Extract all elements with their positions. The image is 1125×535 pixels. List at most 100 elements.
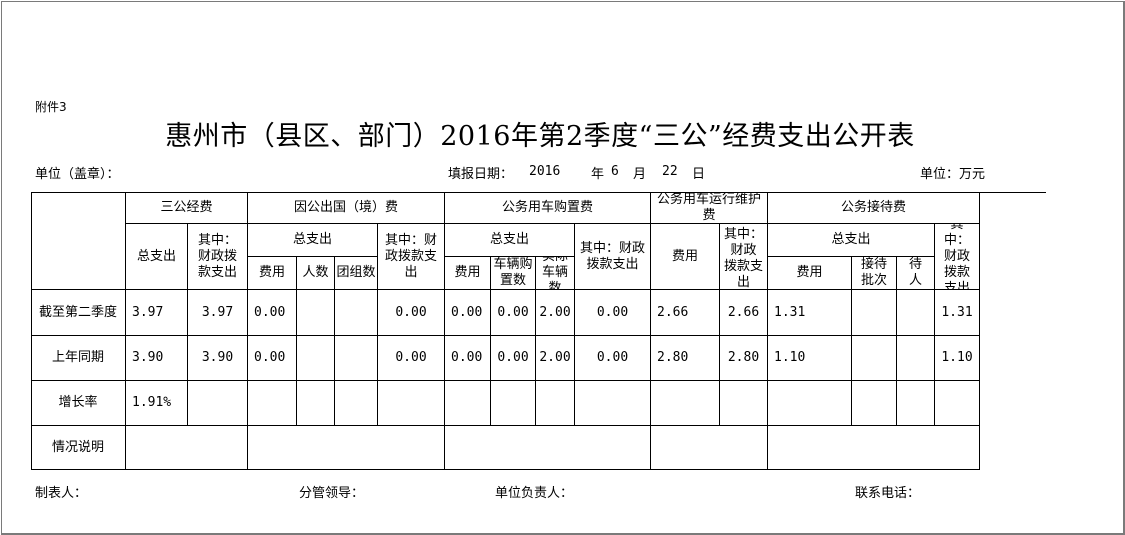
expense-table: 三公经费 因公出国（境）费 公务用车购置费 公务用车运行维护费 公务接待费 总支出 其中：财… [31,192,1046,470]
remarks-car-run [651,426,768,470]
table-cell: 3.97 [188,290,248,336]
header-cr-fiscal-line2: 拨款支出 [723,259,763,290]
unit-head-label: 单位负责人： [495,486,574,501]
header-rc-fee: 费用 [768,257,852,290]
unit-label: 单位：万元 [920,167,986,182]
table-cell: 2.66 [720,290,768,336]
unit-seal-label: 单位（盖章）： [35,167,120,182]
remarks-car-purchase [445,426,651,470]
table-cell [575,381,651,426]
fill-date-label: 填报日期： [448,167,514,182]
page-title: 惠州市（县区、部门）2016年第2季度“三公”经费支出公开表 [165,121,915,152]
table-cell [935,381,980,426]
table-cell: 0.00 [445,336,491,381]
table-cell: 2.00 [536,290,575,336]
header-rc-persons: 接待人数 [897,257,935,290]
row-label: 上年同期 [31,336,126,381]
table-cell: 2.00 [536,336,575,381]
table-cell [335,336,378,381]
row-label: 增长率 [31,381,126,426]
table-cell: 0.00 [491,290,536,336]
table-cell: 0.00 [378,290,445,336]
header-cr-fiscal-line1: 其中：财政 [723,227,763,258]
header-cp-fee: 费用 [445,257,491,290]
remarks-abroad [248,426,445,470]
table-cell: 0.00 [248,336,297,381]
table-cell: 2.80 [651,336,720,381]
table-cell [768,381,852,426]
header-cr-fee: 费用 [651,224,720,290]
table-cell [651,381,720,426]
table-cell [720,381,768,426]
fill-day: 22 [662,164,678,179]
header-cp-total: 总支出 [445,224,575,257]
table-cell: 2.66 [651,290,720,336]
table-cell [852,290,897,336]
header-reception: 公务接待费 [768,192,980,224]
table-cell: 1.31 [768,290,852,336]
table-cell [248,381,297,426]
table-cell [297,381,335,426]
table-cell: 0.00 [575,336,651,381]
table-cell [445,381,491,426]
table-cell: 2.80 [720,336,768,381]
fill-month: 6 [611,164,619,179]
header-abroad-groups: 团组数 [335,257,378,290]
table-cell [335,290,378,336]
table-cell [188,381,248,426]
table-cell [297,290,335,336]
header-sangong-total: 总支出 [126,224,188,290]
remarks-sangong [126,426,248,470]
header-sangong-fiscal: 其中：财政拨款支出 [188,224,248,290]
table-cell [852,336,897,381]
table-cell [335,381,378,426]
table-cell: 3.90 [188,336,248,381]
header-car-purchase: 公务用车购置费 [445,192,651,224]
header-car-run: 公务用车运行维护费 [651,192,768,224]
header-abroad-people: 人数 [297,257,335,290]
corner-cell [31,192,126,290]
preparer-label: 制表人： [35,486,88,501]
header-rc-batches: 接待批次 [852,257,897,290]
row-label: 截至第二季度 [31,290,126,336]
header-abroad: 因公出国（境）费 [248,192,445,224]
table-cell: 3.97 [126,290,188,336]
table-cell: 1.10 [768,336,852,381]
table-cell: 0.00 [445,290,491,336]
table-cell: 3.90 [126,336,188,381]
table-cell [378,381,445,426]
header-cp-actual: 实际车辆数 [536,257,575,290]
header-rc-total: 总支出 [768,224,935,257]
table-cell: 1.10 [935,336,980,381]
table-cell [897,290,935,336]
table-cell: 1.91% [126,381,188,426]
header-sangong: 三公经费 [126,192,248,224]
table-cell [897,381,935,426]
table-cell [491,381,536,426]
table-cell: 0.00 [575,290,651,336]
table-cell: 0.00 [491,336,536,381]
remarks-label: 情况说明 [31,426,126,470]
remarks-reception [768,426,980,470]
day-char: 日 [692,167,706,182]
header-cp-cars-bought: 车辆购置数 [491,257,536,290]
phone-label: 联系电话： [855,486,921,501]
table-cell: 1.31 [935,290,980,336]
supervisor-label: 分管领导： [299,486,365,501]
header-rc-fiscal: 其中：财政拨款支出 [935,224,980,290]
table-cell: 0.00 [378,336,445,381]
header-abroad-total: 总支出 [248,224,378,257]
table-cell [897,336,935,381]
header-cr-fiscal: 其中：财政 拨款支出 [720,224,768,290]
table-cell: 0.00 [248,290,297,336]
header-abroad-fee: 费用 [248,257,297,290]
table-cell [536,381,575,426]
fill-year: 2016 [529,164,561,179]
table-cell [297,336,335,381]
year-char: 年 [591,167,605,182]
header-cp-fiscal: 其中：财政拨款支出 [575,224,651,290]
table-cell [852,381,897,426]
month-char: 月 [633,167,647,182]
attachment-label: 附件3 [35,100,67,114]
header-abroad-fiscal: 其中：财政拨款支出 [378,224,445,290]
